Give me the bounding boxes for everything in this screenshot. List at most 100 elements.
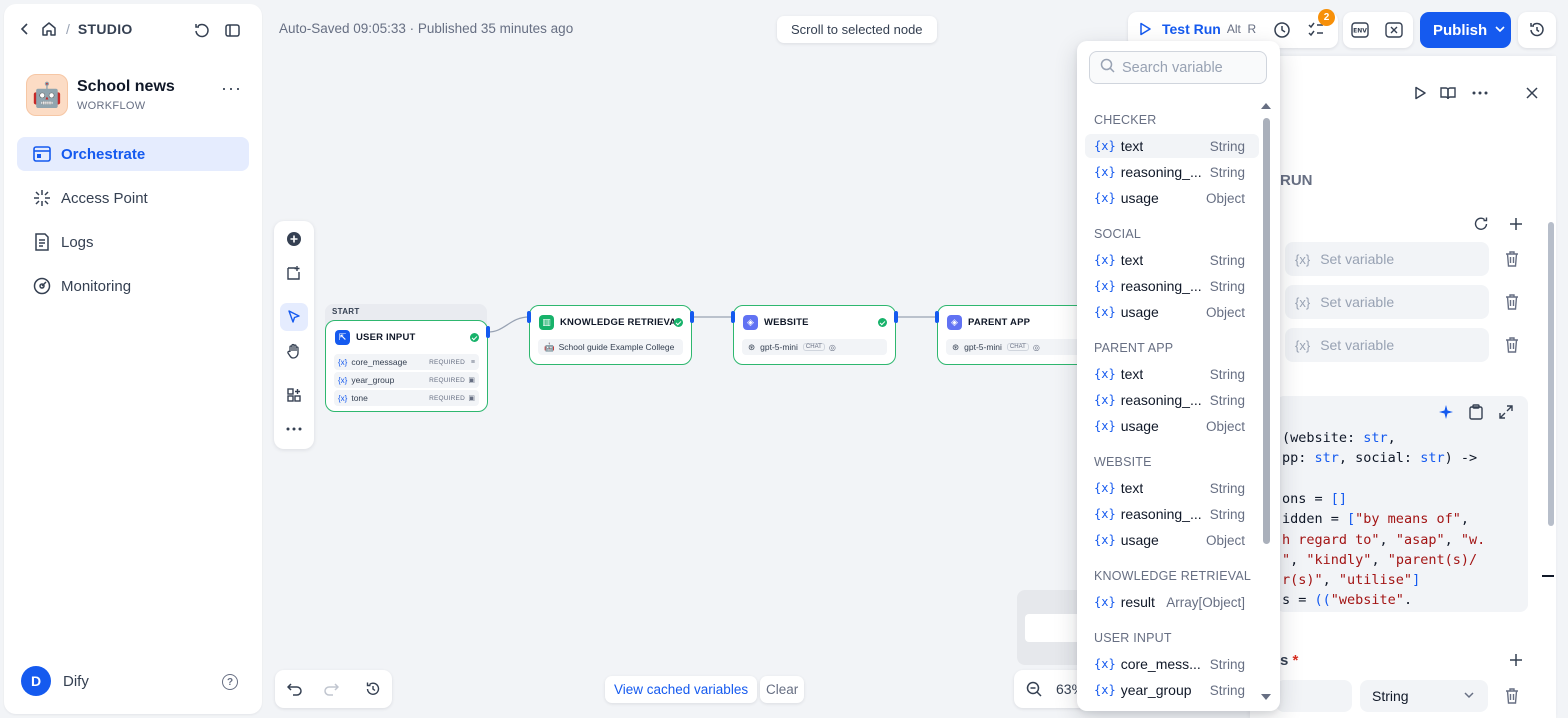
more-icon[interactable] — [1472, 85, 1488, 101]
variable-name: result — [1120, 594, 1155, 610]
variable-icon: {x} — [338, 393, 348, 403]
variable-type: String — [1209, 252, 1245, 268]
trash-icon[interactable] — [1505, 337, 1519, 353]
node-user-input[interactable]: ⇱ USER INPUT {x} core_message REQUIRED ≡… — [325, 320, 488, 412]
set-variable-input[interactable]: {x} Set variable — [1285, 328, 1489, 362]
input-handle[interactable] — [731, 311, 735, 323]
panel-scrollbar[interactable] — [1548, 222, 1554, 526]
zoom-out-icon[interactable] — [1026, 681, 1042, 697]
refresh-icon[interactable] — [1473, 216, 1489, 232]
trash-icon[interactable] — [1505, 294, 1519, 310]
robot-icon: 🤖 — [544, 341, 555, 352]
clear-cache-button[interactable]: Clear — [760, 676, 805, 703]
variable-icon: {x} — [1094, 139, 1116, 153]
set-variable-input[interactable]: {x} Set variable — [1285, 285, 1489, 319]
view-cached-variables-button[interactable]: View cached variables — [605, 676, 758, 703]
output-name-input[interactable] — [1276, 680, 1352, 712]
input-handle[interactable] — [527, 311, 531, 323]
variable-option[interactable]: {x} usage Object — [1085, 300, 1259, 324]
variable-type: String — [1209, 506, 1245, 522]
variable-name: reasoning_... — [1120, 278, 1202, 294]
model-row: ⊛ gpt-5-mini CHAT ◎ — [742, 339, 887, 355]
node-config-panel: RUN {x} Set variable {x} Set variable {x… — [1250, 56, 1556, 718]
add-output-icon[interactable] — [1508, 652, 1524, 668]
node-title: KNOWLEDGE RETRIEVAL — [560, 317, 683, 328]
variable-type: String — [1209, 366, 1245, 382]
variable-type: String — [1209, 138, 1245, 154]
input-handle[interactable] — [935, 311, 939, 323]
output-handle[interactable] — [894, 311, 898, 323]
scroll-up-icon[interactable] — [1261, 103, 1271, 109]
variable-option[interactable]: {x} text String — [1085, 134, 1259, 158]
variable-option[interactable]: {x} text String — [1085, 248, 1259, 272]
output-type-select[interactable]: String — [1360, 680, 1488, 712]
run-node-icon[interactable] — [1412, 85, 1428, 101]
code-content[interactable]: (website: str, pp: str, social: str) -> o… — [1276, 428, 1528, 608]
variable-option[interactable]: {x} year_group String — [1085, 678, 1259, 702]
variable-option[interactable]: {x} result Array[Object] — [1085, 590, 1259, 614]
variable-icon: {x} — [1094, 165, 1116, 179]
search-variable-input[interactable]: Search variable — [1089, 51, 1267, 84]
required-badge: REQUIRED — [429, 358, 465, 366]
input-variable-row: {x} tone REQUIRED ▣ — [334, 390, 479, 406]
variable-type: String — [1209, 278, 1245, 294]
variable-option[interactable]: {x} core_mess... String — [1085, 652, 1259, 676]
ai-sparkle-icon[interactable] — [1438, 404, 1454, 420]
node-title: PARENT APP — [968, 317, 1031, 328]
output-handle[interactable] — [690, 311, 694, 323]
node-knowledge-retrieval[interactable]: ▥ KNOWLEDGE RETRIEVAL 🤖 School guide Exa… — [529, 305, 692, 365]
variable-group-checker: CHECKER — [1094, 113, 1157, 127]
variable-name: usage — [1120, 304, 1159, 320]
code-editor[interactable]: (website: str, pp: str, social: str) -> o… — [1276, 396, 1528, 612]
variable-option[interactable]: {x} usage Object — [1085, 186, 1259, 210]
node-parent-app[interactable]: ◈ PARENT APP ⊛ gpt-5-mini CHAT ◎ — [937, 305, 1100, 365]
code-line: pp: str, social: str) -> — [1282, 450, 1477, 466]
trash-icon[interactable] — [1505, 251, 1519, 267]
history-icon[interactable] — [365, 681, 381, 697]
required-asterisk: * — [1292, 652, 1299, 669]
variable-option[interactable]: {x} usage Object — [1085, 528, 1259, 552]
variable-option[interactable]: {x} reasoning_... String — [1085, 388, 1259, 412]
code-token: "by means of" — [1355, 511, 1461, 528]
variable-group-user-input: USER INPUT — [1094, 631, 1172, 645]
variable-option[interactable]: {x} text String — [1085, 362, 1259, 386]
help-doc-icon[interactable] — [1440, 85, 1456, 101]
variable-name: reasoning_... — [1120, 392, 1202, 408]
search-icon — [1100, 58, 1115, 77]
variable-icon: {x} — [1295, 251, 1311, 267]
variable-name: reasoning_... — [1120, 506, 1202, 522]
node-title: WEBSITE — [764, 317, 809, 328]
variable-icon: {x} — [1094, 419, 1116, 433]
variable-option[interactable]: {x} reasoning_... String — [1085, 274, 1259, 298]
set-variable-placeholder: Set variable — [1320, 294, 1395, 310]
knowledge-icon: ▥ — [539, 315, 554, 330]
node-website[interactable]: ◈ WEBSITE ⊛ gpt-5-mini CHAT ◎ — [733, 305, 896, 365]
copy-icon[interactable] — [1468, 404, 1484, 420]
variable-option[interactable]: {x} reasoning_... String — [1085, 160, 1259, 184]
variable-option[interactable]: {x} text String — [1085, 476, 1259, 500]
set-variable-placeholder: Set variable — [1320, 337, 1395, 353]
redo-icon[interactable] — [323, 681, 339, 697]
variable-name: reasoning_... — [1120, 164, 1202, 180]
expand-icon[interactable] — [1498, 404, 1514, 420]
add-variable-icon[interactable] — [1508, 216, 1524, 232]
code-token: "asap" — [1395, 531, 1445, 548]
variable-icon: {x} — [1094, 481, 1116, 495]
variable-option[interactable]: {x} reasoning_... String — [1085, 502, 1259, 526]
undo-icon[interactable] — [287, 681, 303, 697]
success-check-icon — [470, 333, 479, 342]
input-variable-row: {x} core_message REQUIRED ≡ — [334, 354, 479, 370]
code-token: , — [1290, 551, 1307, 568]
variable-icon: {x} — [1094, 279, 1116, 293]
output-handle[interactable] — [486, 326, 490, 338]
set-variable-input[interactable]: {x} Set variable — [1285, 242, 1489, 276]
variable-name: year_group — [351, 375, 395, 385]
input-variable-row: {x} year_group REQUIRED ▣ — [334, 372, 479, 388]
trash-icon[interactable] — [1505, 688, 1519, 704]
scroll-down-icon[interactable] — [1261, 694, 1271, 700]
code-line: (website: str, — [1282, 430, 1404, 446]
close-icon[interactable] — [1524, 85, 1540, 101]
code-token: . — [1403, 592, 1413, 609]
variable-list-scrollbar[interactable] — [1263, 118, 1270, 544]
variable-option[interactable]: {x} usage Object — [1085, 414, 1259, 438]
